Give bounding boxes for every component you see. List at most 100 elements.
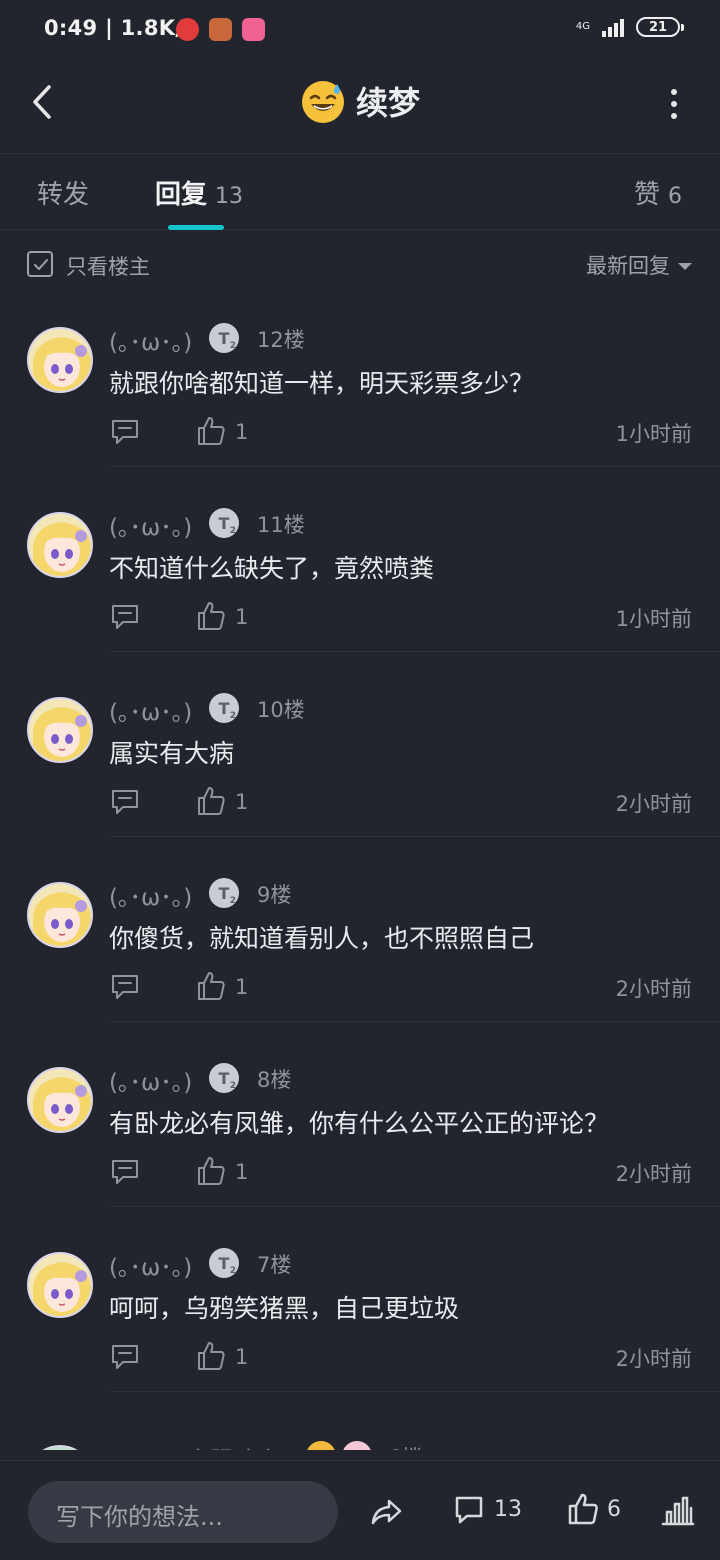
reply-author[interactable]: (｡･ω･｡) (109, 508, 192, 542)
comment-count: 13 (494, 1497, 522, 1522)
filter-row: 只看楼主 最新回复 (0, 232, 720, 296)
reply-icon[interactable] (110, 788, 140, 816)
avatar-illustration (29, 514, 91, 576)
divider (110, 1391, 720, 1392)
role-badge-icon: ♟ (342, 1441, 372, 1450)
share-icon[interactable] (370, 1494, 404, 1528)
floor-number: 7楼 (257, 1253, 292, 1277)
avatar[interactable] (27, 882, 93, 948)
thumbs-up-icon[interactable] (197, 601, 225, 631)
status-right: 4G 21 (575, 17, 684, 37)
comment-input-placeholder: 写下你的想法... (56, 1503, 223, 1531)
avatar-illustration (29, 884, 91, 946)
reply-time: 1小时前 (615, 607, 692, 631)
reply-like-count: 1 (235, 1345, 249, 1369)
thumbs-up-icon[interactable] (197, 1156, 225, 1186)
reply-item[interactable]: (｡･ω･｡) T 2 7楼 呵呵，乌鸦笑猪黑，自己更垃圾 1 2小时前 (0, 1225, 720, 1410)
reply-item[interactable]: TapTap客服咕噜 T8 ♟ 6楼 (0, 1410, 720, 1450)
avatar[interactable] (27, 1067, 93, 1133)
level-badge-icon: T2 (209, 1063, 239, 1093)
divider (110, 1021, 720, 1022)
reply-time: 1小时前 (615, 422, 692, 446)
sort-dropdown[interactable]: 最新回复 (586, 250, 692, 280)
reply-item[interactable]: (｡･ω･｡) T 2 10楼 属实有大病 1 2小时前 (0, 670, 720, 855)
avatar[interactable] (27, 697, 93, 763)
comment-input[interactable]: 写下你的想法... (28, 1481, 338, 1543)
avatar[interactable] (27, 512, 93, 578)
divider (110, 466, 720, 467)
reply-author[interactable]: (｡･ω･｡) (109, 1063, 192, 1097)
reply-like-count: 1 (235, 790, 249, 814)
tab-forward[interactable]: 转发 (37, 174, 89, 211)
avatar[interactable] (27, 1252, 93, 1318)
reply-like-count: 1 (235, 975, 249, 999)
reply-icon[interactable] (110, 603, 140, 631)
reply-author[interactable]: (｡･ω･｡) (109, 878, 192, 912)
floor-number: 6楼 (388, 1442, 422, 1450)
reply-text: 就跟你啥都知道一样，明天彩票多少？ (109, 369, 535, 398)
level-badge-icon: T2 (209, 878, 239, 908)
level-badge-icon: T8 (306, 1441, 336, 1450)
comment-icon[interactable] (453, 1494, 485, 1526)
reply-author[interactable]: (｡･ω･｡) (109, 1248, 192, 1282)
thumbs-up-icon[interactable] (567, 1492, 599, 1526)
reply-item[interactable]: (｡･ω･｡) T 2 8楼 有卧龙必有凤雏，你有什么公平公正的评论？ 1 2小时前 (0, 1040, 720, 1225)
page-title: 续梦 (355, 84, 420, 122)
status-bar: 0:49 | 1.8K/s 4G 21 (0, 0, 720, 64)
level-badge-icon: T2 (209, 693, 239, 723)
avatar-illustration (29, 1254, 91, 1316)
avatar[interactable] (27, 327, 93, 393)
floor-number: 12楼 (257, 328, 305, 352)
avatar[interactable] (27, 1445, 93, 1450)
tab-like[interactable]: 赞6 (634, 174, 682, 211)
avatar-illustration (29, 1447, 91, 1450)
owner-only-label[interactable]: 只看楼主 (66, 251, 150, 281)
avatar-illustration (29, 329, 91, 391)
reply-like-count: 1 (235, 1160, 249, 1184)
title-group: 续梦 (0, 78, 720, 124)
reply-author[interactable]: TapTap客服咕噜 (109, 1441, 279, 1450)
top-bar: 续梦 (0, 64, 720, 154)
thumbs-up-icon[interactable] (197, 416, 225, 446)
avatar-illustration (29, 699, 91, 761)
reply-icon[interactable] (110, 1343, 140, 1371)
avatar-illustration (29, 1069, 91, 1131)
like-count-bottom: 6 (607, 1497, 621, 1522)
caret-down-icon (678, 262, 692, 270)
reply-item[interactable]: (｡･ω･｡) T 2 11楼 不知道什么缺失了，竟然喷粪 1 1小时前 (0, 485, 720, 670)
reply-item[interactable]: (｡･ω･｡) T 2 12楼 就跟你啥都知道一样，明天彩票多少？ 1 1小时前 (0, 300, 720, 485)
sweat-smile-emoji-icon (301, 81, 344, 123)
thumbs-up-icon[interactable] (197, 1341, 225, 1371)
battery-icon: 21 (636, 17, 684, 37)
reply-author[interactable]: (｡･ω･｡) (109, 693, 192, 727)
more-options-button[interactable] (668, 89, 680, 119)
reply-icon[interactable] (110, 418, 140, 446)
reply-icon[interactable] (110, 1158, 140, 1186)
reply-item[interactable]: (｡･ω･｡) T 2 9楼 你傻货，就知道看别人，也不照照自己 1 2小时前 (0, 855, 720, 1040)
floor-number: 10楼 (257, 698, 305, 722)
tab-bar: 转发 回复 13 赞6 (0, 154, 720, 230)
reply-text: 属实有大病 (109, 739, 235, 768)
network-type: 4G (575, 21, 590, 32)
thumbs-up-icon[interactable] (197, 786, 225, 816)
reply-text: 不知道什么缺失了，竟然喷粪 (109, 554, 435, 583)
bottom-action-bar: 写下你的想法... 13 6 (0, 1460, 720, 1560)
reply-text: 你傻货，就知道看别人，也不照照自己 (109, 924, 535, 953)
reply-like-count: 1 (235, 605, 249, 629)
stats-icon[interactable] (661, 1494, 695, 1526)
tab-reply[interactable]: 回复 13 (155, 174, 243, 211)
more-dot-icon (671, 89, 677, 95)
status-time: 0:49 | 1.8K/s (44, 16, 197, 40)
reply-count: 13 (215, 184, 244, 209)
reply-author[interactable]: (｡･ω･｡) (109, 323, 192, 357)
owner-only-checkbox[interactable] (27, 251, 53, 277)
netease-music-icon (176, 18, 199, 41)
floor-number: 11楼 (257, 513, 305, 537)
thumbs-up-icon[interactable] (197, 971, 225, 1001)
sort-label: 最新回复 (586, 254, 670, 278)
battery-level: 21 (648, 19, 668, 35)
check-icon (34, 259, 48, 270)
reply-text: 有卧龙必有凤雏，你有什么公平公正的评论？ (109, 1109, 610, 1138)
reply-icon[interactable] (110, 973, 140, 1001)
floor-number: 8楼 (257, 1068, 292, 1092)
